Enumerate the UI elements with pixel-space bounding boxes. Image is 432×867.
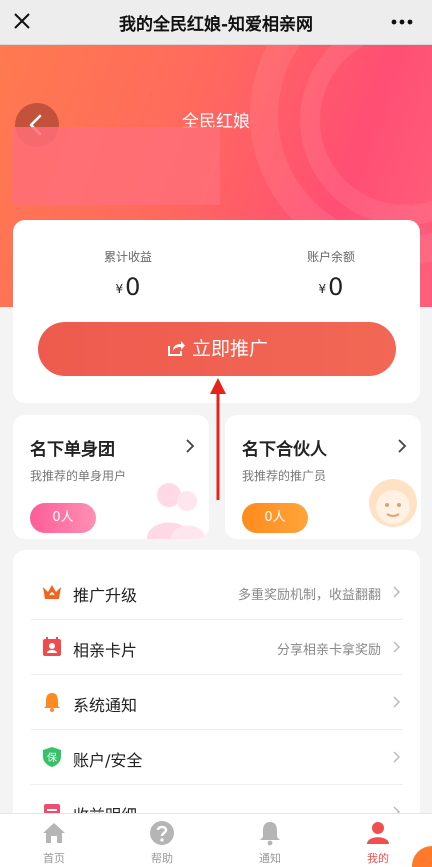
more-icon[interactable]: [390, 12, 414, 32]
bell-icon: [260, 822, 280, 846]
tab-label: 通知: [259, 852, 281, 865]
account-balance-label: 账户余额: [306, 250, 355, 264]
menu-item-dating-card[interactable]: 相亲卡片 分享相亲卡拿奖励: [31, 620, 403, 675]
menu-item-hint: 多重奖励机制，收益翻翻: [237, 588, 381, 603]
chevron-right-icon: [393, 586, 401, 598]
single-group-title: 名下单身团: [30, 440, 115, 460]
shield-icon: 保: [43, 747, 61, 767]
chevron-right-icon: [398, 439, 407, 453]
partner-subtitle: 我推荐的推广员: [242, 469, 327, 483]
people-icon: [147, 483, 205, 539]
currency-symbol: ¥: [115, 282, 124, 296]
crown-icon: [43, 585, 61, 599]
share-icon: [167, 341, 185, 356]
menu-item-label: 系统通知: [73, 696, 138, 715]
tab-notifications[interactable]: 通知: [216, 814, 324, 867]
chevron-right-icon: [393, 641, 401, 653]
single-group-count: 0人: [30, 503, 96, 533]
tab-label: 帮助: [151, 852, 173, 865]
home-icon: [43, 823, 65, 843]
promote-now-button[interactable]: 立即推广: [38, 322, 396, 376]
account-balance-value: 0: [328, 273, 344, 301]
window-title: 我的全民红娘-知爱相亲网: [118, 15, 314, 35]
total-earnings: 累计收益 ¥0: [53, 248, 203, 301]
menu-item-label: 推广升级: [73, 586, 138, 605]
menu-item-upgrade[interactable]: 推广升级 多重奖励机制，收益翻翻: [31, 565, 403, 620]
menu-item-system-notice[interactable]: 系统通知: [31, 675, 403, 730]
window-title-bar: 我的全民红娘-知爱相亲网: [0, 0, 432, 45]
menu-list: 推广升级 多重奖励机制，收益翻翻 相亲卡片 分享相亲卡拿奖励 系统通知 保 账户…: [13, 550, 420, 850]
chevron-right-icon: [393, 751, 401, 763]
avatar-girl-icon: [369, 479, 417, 527]
currency-symbol: ¥: [318, 282, 327, 296]
chevron-right-icon: [186, 439, 195, 453]
bottom-tab-bar: 首页 帮助 通知 我的: [0, 813, 432, 867]
user-icon: [367, 822, 389, 844]
bell-icon: [44, 693, 60, 712]
chevron-right-icon: [393, 696, 401, 708]
partner-count: 0人: [242, 503, 308, 533]
partner-title: 名下合伙人: [242, 440, 327, 460]
help-icon: [150, 821, 174, 845]
partner-card[interactable]: 名下合伙人 我推荐的推广员 0人: [225, 415, 421, 539]
annotation-arrow-icon: [210, 378, 226, 500]
total-earnings-value: 0: [125, 273, 141, 301]
single-group-card[interactable]: 名下单身团 我推荐的单身用户 0人: [13, 415, 209, 539]
total-earnings-label: 累计收益: [103, 250, 152, 264]
profile-placeholder: [12, 127, 220, 205]
menu-item-hint: 分享相亲卡拿奖励: [276, 643, 381, 658]
single-group-subtitle: 我推荐的单身用户: [30, 469, 127, 483]
tab-label: 首页: [43, 852, 65, 865]
shield-badge-text: 保: [47, 751, 57, 764]
app-root: 我的全民红娘-知爱相亲网 全民红娘 累计收益 ¥0 账户余额 ¥0 立即推广 名…: [0, 0, 432, 867]
menu-item-account-security[interactable]: 保 账户/安全: [31, 730, 403, 785]
menu-item-label: 账户/安全: [73, 751, 143, 770]
tab-help[interactable]: 帮助: [108, 814, 216, 867]
card-icon: [43, 637, 61, 656]
menu-item-label: 相亲卡片: [73, 641, 138, 660]
tab-home[interactable]: 首页: [0, 814, 108, 867]
promote-now-label: 立即推广: [191, 338, 268, 360]
account-balance: 账户余额 ¥0: [256, 248, 406, 301]
